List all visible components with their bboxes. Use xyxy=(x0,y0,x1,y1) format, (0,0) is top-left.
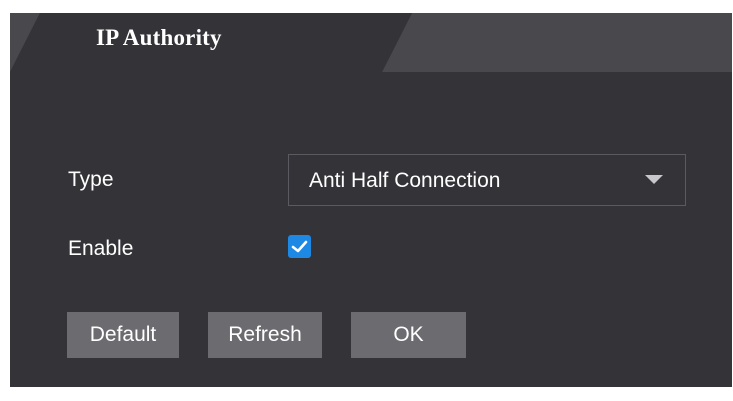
type-select-value: Anti Half Connection xyxy=(309,169,501,192)
chevron-down-icon xyxy=(645,175,663,184)
type-select[interactable]: Anti Half Connection xyxy=(288,154,686,206)
checkmark-icon xyxy=(291,240,308,253)
tab-bar: IP Authority xyxy=(10,13,732,72)
type-label: Type xyxy=(68,168,114,191)
default-button[interactable]: Default xyxy=(67,312,179,358)
enable-checkbox[interactable] xyxy=(288,235,311,258)
ip-authority-panel: IP Authority Type Anti Half Connection E… xyxy=(10,13,732,387)
enable-label: Enable xyxy=(68,237,134,260)
tab-ip-authority[interactable]: IP Authority xyxy=(96,25,326,51)
ok-button[interactable]: OK xyxy=(351,312,466,358)
refresh-button[interactable]: Refresh xyxy=(208,312,322,358)
